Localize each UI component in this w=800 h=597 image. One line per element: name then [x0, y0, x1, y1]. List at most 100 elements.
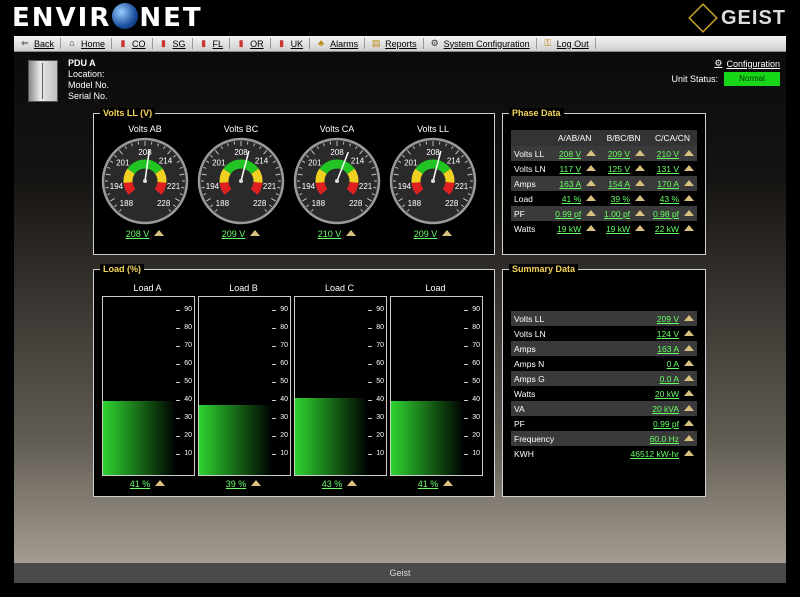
- gauge-tick-label: 194: [206, 182, 220, 191]
- load-tick-label: 50: [376, 378, 384, 386]
- phase-value[interactable]: 0.99 pf: [550, 206, 600, 221]
- phase-value[interactable]: 125 V: [599, 161, 648, 176]
- phase-value[interactable]: 210 V: [648, 146, 697, 161]
- trend-up-icon: [635, 164, 646, 171]
- gauge-tick-label: 201: [404, 158, 418, 167]
- phase-value[interactable]: 39 %: [599, 191, 648, 206]
- trend-up-icon: [443, 480, 454, 486]
- nav-sg[interactable]: ▮ SG: [159, 39, 186, 49]
- gauge-tick-label: 201: [308, 158, 322, 167]
- phase-value[interactable]: 0.98 pf: [648, 206, 697, 221]
- summary-value[interactable]: 0 A: [585, 356, 697, 371]
- phase-value-text: 0.99 pf: [555, 208, 582, 219]
- nav-separator: [594, 38, 596, 49]
- load-tick-label: 20: [184, 432, 192, 440]
- phase-value-text: 170 A: [657, 178, 679, 189]
- trend-up-icon: [251, 480, 262, 486]
- nav-label: OR: [250, 38, 264, 49]
- row-label: Amps G: [511, 371, 586, 386]
- trend-up-icon: [684, 164, 694, 171]
- row-label: VA: [511, 401, 586, 416]
- phase-value[interactable]: 209 V: [599, 146, 649, 161]
- phase-value[interactable]: 117 V: [550, 161, 599, 176]
- nav-label: Back: [34, 38, 55, 49]
- nav-home[interactable]: ⌂ Home: [67, 39, 105, 49]
- nav-separator: [60, 38, 62, 49]
- table-row: Volts LL 208 V 209 V 210 V: [511, 146, 697, 161]
- configuration-link[interactable]: ⚙ Configuration: [714, 58, 780, 69]
- trend-up-icon: [684, 419, 694, 426]
- nav-co[interactable]: ▮ CO: [118, 39, 146, 49]
- phase-value[interactable]: 208 V: [550, 146, 600, 161]
- gauge-value[interactable]: 208 V: [100, 229, 190, 239]
- summary-value[interactable]: 46512 kW-hr: [585, 446, 697, 461]
- table-row: KWH 46512 kW-hr: [511, 446, 697, 461]
- summary-value[interactable]: 0.99 pf: [585, 416, 697, 431]
- phase-value[interactable]: 131 V: [648, 161, 697, 176]
- phase-value[interactable]: 170 A: [648, 176, 697, 191]
- nav-label: Alarms: [330, 38, 359, 49]
- nav-label: FL: [212, 38, 224, 49]
- phase-value[interactable]: 19 kW: [550, 221, 599, 236]
- load-bar-fill: [199, 404, 272, 475]
- nav-fl[interactable]: ▮ FL: [199, 38, 224, 49]
- gauge-tick-label: 214: [351, 156, 365, 165]
- load-tick-label: 60: [280, 360, 288, 368]
- load-bar: 90 80 70 60 50 40 30 20 10: [294, 296, 387, 476]
- summary-value[interactable]: 20 kW: [585, 386, 697, 401]
- phase-value[interactable]: 41 %: [550, 191, 599, 206]
- nav-bar: ⇐ Back ⌂ Home ▮ CO ▮ SG ▮ FL ▮ OR ▮ UK ♣ Alarms ▤ Reports…: [14, 36, 786, 52]
- load-tick-label: 30: [472, 414, 480, 422]
- load-value-text: 39 %: [225, 479, 247, 489]
- load-value-text: 41 %: [417, 479, 439, 489]
- gauge-dial: 188 194 201 208 214 221 228: [293, 137, 381, 225]
- phase-data-panel: Phase Data A/AB/AN B/BC/BN C/CA/CN Volts LL…: [502, 108, 706, 255]
- load-tick-label: 50: [184, 378, 192, 386]
- load-tick-label: 40: [472, 396, 480, 404]
- nav-system-configuration[interactable]: ⚙ System Configuration: [430, 39, 530, 49]
- phase-value[interactable]: 22 kW: [648, 221, 697, 236]
- summary-value[interactable]: 163 A: [585, 341, 697, 356]
- nav-reports[interactable]: ▤ Reports: [371, 39, 417, 49]
- load-tick-label: 30: [184, 414, 192, 422]
- summary-value[interactable]: 60.0 Hz: [585, 431, 697, 446]
- nav-log-out[interactable]: ⚿ Log Out: [543, 39, 588, 49]
- gauge-value[interactable]: 210 V: [292, 229, 382, 239]
- gauge-value[interactable]: 209 V: [196, 229, 286, 239]
- environet-logo: ENVIR NET: [12, 3, 203, 33]
- nav-label: SG: [172, 38, 186, 49]
- load-tick-label: 10: [376, 450, 384, 458]
- row-label: Amps: [511, 176, 551, 191]
- gauge-value[interactable]: 209 V: [388, 229, 478, 239]
- trend-up-icon: [684, 149, 694, 156]
- gauge-tick-label: 201: [212, 158, 226, 167]
- load-bar-value[interactable]: 39 %: [198, 479, 289, 489]
- summary-value[interactable]: 20 kVA: [585, 401, 697, 416]
- load-tick-label: 10: [184, 450, 192, 458]
- nav-or[interactable]: ▮ OR: [236, 39, 264, 49]
- phase-value[interactable]: 43 %: [648, 191, 697, 206]
- summary-value[interactable]: 209 V: [585, 311, 697, 326]
- gauge-tick: [233, 141, 235, 145]
- load-bar-value[interactable]: 41 %: [390, 479, 481, 489]
- phase-value[interactable]: 163 A: [550, 176, 600, 191]
- summary-value[interactable]: 0.0 A: [585, 371, 697, 386]
- gauge-tick: [373, 187, 377, 189]
- load-bar-value[interactable]: 41 %: [102, 479, 193, 489]
- summary-value[interactable]: 124 V: [585, 326, 697, 341]
- nav-label: Home: [81, 38, 106, 49]
- trend-up-icon: [684, 314, 694, 321]
- row-label: Volts LN: [514, 163, 546, 174]
- phase-value[interactable]: 154 A: [599, 176, 649, 191]
- load-tick-label: 70: [184, 342, 192, 350]
- phase-value[interactable]: 19 kW: [599, 221, 648, 236]
- nav-back[interactable]: ⇐ Back: [20, 39, 54, 49]
- phase-value[interactable]: 1.00 pf: [599, 206, 649, 221]
- load-bar-value[interactable]: 43 %: [294, 479, 385, 489]
- nav-uk[interactable]: ▮ UK: [277, 39, 303, 49]
- gauge-tick: [151, 141, 153, 145]
- phase-value-text: 117 V: [559, 163, 582, 174]
- nav-alarms[interactable]: ♣ Alarms: [316, 39, 358, 49]
- gauge-title: Volts LL: [416, 124, 450, 134]
- gauge-tick-label: 188: [216, 199, 230, 208]
